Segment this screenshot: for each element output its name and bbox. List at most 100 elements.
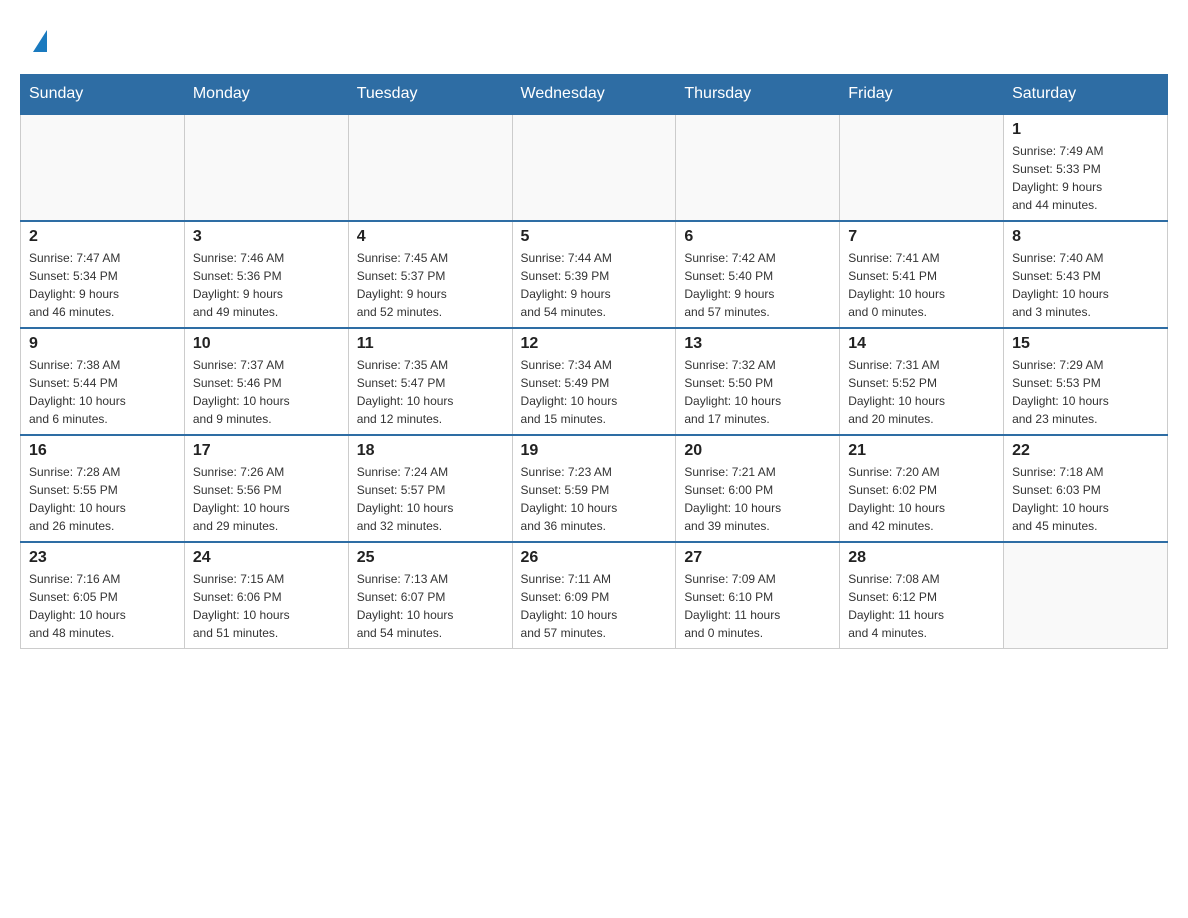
calendar-cell: 19 Sunrise: 7:23 AM Sunset: 5:59 PM Dayli… (512, 435, 676, 542)
day-number: 9 (29, 335, 176, 353)
calendar-cell: 21 Sunrise: 7:20 AM Sunset: 6:02 PM Dayli… (840, 435, 1004, 542)
day-number: 27 (684, 549, 831, 567)
day-number: 2 (29, 228, 176, 246)
day-info: Sunrise: 7:21 AM Sunset: 6:00 PM Dayligh… (684, 463, 831, 535)
calendar-cell: 22 Sunrise: 7:18 AM Sunset: 6:03 PM Dayli… (1004, 435, 1168, 542)
day-info: Sunrise: 7:32 AM Sunset: 5:50 PM Dayligh… (684, 356, 831, 428)
calendar-cell: 6 Sunrise: 7:42 AM Sunset: 5:40 PM Daylig… (676, 221, 840, 328)
calendar-cell (184, 114, 348, 221)
calendar-cell (676, 114, 840, 221)
day-number: 11 (357, 335, 504, 353)
calendar-cell: 7 Sunrise: 7:41 AM Sunset: 5:41 PM Daylig… (840, 221, 1004, 328)
day-info: Sunrise: 7:46 AM Sunset: 5:36 PM Dayligh… (193, 249, 340, 321)
day-number: 13 (684, 335, 831, 353)
day-info: Sunrise: 7:16 AM Sunset: 6:05 PM Dayligh… (29, 570, 176, 642)
calendar-week-row-1: 1 Sunrise: 7:49 AM Sunset: 5:33 PM Daylig… (21, 114, 1168, 221)
calendar-week-row-5: 23 Sunrise: 7:16 AM Sunset: 6:05 PM Dayli… (21, 542, 1168, 649)
day-number: 24 (193, 549, 340, 567)
day-info: Sunrise: 7:37 AM Sunset: 5:46 PM Dayligh… (193, 356, 340, 428)
day-info: Sunrise: 7:41 AM Sunset: 5:41 PM Dayligh… (848, 249, 995, 321)
day-number: 4 (357, 228, 504, 246)
day-number: 22 (1012, 442, 1159, 460)
day-number: 21 (848, 442, 995, 460)
calendar-week-row-4: 16 Sunrise: 7:28 AM Sunset: 5:55 PM Dayli… (21, 435, 1168, 542)
weekday-header-thursday: Thursday (676, 75, 840, 115)
day-info: Sunrise: 7:49 AM Sunset: 5:33 PM Dayligh… (1012, 142, 1159, 214)
day-number: 5 (521, 228, 668, 246)
day-number: 15 (1012, 335, 1159, 353)
calendar-cell (840, 114, 1004, 221)
day-info: Sunrise: 7:34 AM Sunset: 5:49 PM Dayligh… (521, 356, 668, 428)
day-info: Sunrise: 7:44 AM Sunset: 5:39 PM Dayligh… (521, 249, 668, 321)
page-header (20, 20, 1168, 54)
weekday-header-friday: Friday (840, 75, 1004, 115)
calendar-cell: 15 Sunrise: 7:29 AM Sunset: 5:53 PM Dayli… (1004, 328, 1168, 435)
day-info: Sunrise: 7:42 AM Sunset: 5:40 PM Dayligh… (684, 249, 831, 321)
day-number: 26 (521, 549, 668, 567)
day-info: Sunrise: 7:08 AM Sunset: 6:12 PM Dayligh… (848, 570, 995, 642)
day-info: Sunrise: 7:29 AM Sunset: 5:53 PM Dayligh… (1012, 356, 1159, 428)
calendar-cell: 16 Sunrise: 7:28 AM Sunset: 5:55 PM Dayli… (21, 435, 185, 542)
day-number: 12 (521, 335, 668, 353)
weekday-header-sunday: Sunday (21, 75, 185, 115)
calendar-cell: 20 Sunrise: 7:21 AM Sunset: 6:00 PM Dayli… (676, 435, 840, 542)
logo (30, 30, 47, 54)
day-number: 23 (29, 549, 176, 567)
day-info: Sunrise: 7:31 AM Sunset: 5:52 PM Dayligh… (848, 356, 995, 428)
day-number: 19 (521, 442, 668, 460)
day-info: Sunrise: 7:18 AM Sunset: 6:03 PM Dayligh… (1012, 463, 1159, 535)
calendar-cell: 28 Sunrise: 7:08 AM Sunset: 6:12 PM Dayli… (840, 542, 1004, 649)
day-number: 16 (29, 442, 176, 460)
calendar-cell: 1 Sunrise: 7:49 AM Sunset: 5:33 PM Daylig… (1004, 114, 1168, 221)
calendar-cell: 12 Sunrise: 7:34 AM Sunset: 5:49 PM Dayli… (512, 328, 676, 435)
calendar-cell: 4 Sunrise: 7:45 AM Sunset: 5:37 PM Daylig… (348, 221, 512, 328)
day-number: 6 (684, 228, 831, 246)
day-info: Sunrise: 7:35 AM Sunset: 5:47 PM Dayligh… (357, 356, 504, 428)
day-info: Sunrise: 7:40 AM Sunset: 5:43 PM Dayligh… (1012, 249, 1159, 321)
calendar-week-row-2: 2 Sunrise: 7:47 AM Sunset: 5:34 PM Daylig… (21, 221, 1168, 328)
day-number: 28 (848, 549, 995, 567)
day-number: 20 (684, 442, 831, 460)
day-number: 1 (1012, 121, 1159, 139)
weekday-header-wednesday: Wednesday (512, 75, 676, 115)
day-info: Sunrise: 7:15 AM Sunset: 6:06 PM Dayligh… (193, 570, 340, 642)
weekday-header-row: SundayMondayTuesdayWednesdayThursdayFrid… (21, 75, 1168, 115)
day-number: 7 (848, 228, 995, 246)
calendar-cell (512, 114, 676, 221)
day-number: 18 (357, 442, 504, 460)
calendar-cell: 23 Sunrise: 7:16 AM Sunset: 6:05 PM Dayli… (21, 542, 185, 649)
calendar-cell: 25 Sunrise: 7:13 AM Sunset: 6:07 PM Dayli… (348, 542, 512, 649)
calendar-cell: 10Sunrise: 7:37 AM Sunset: 5:46 PM Dayli… (184, 328, 348, 435)
weekday-header-tuesday: Tuesday (348, 75, 512, 115)
day-info: Sunrise: 7:28 AM Sunset: 5:55 PM Dayligh… (29, 463, 176, 535)
day-info: Sunrise: 7:09 AM Sunset: 6:10 PM Dayligh… (684, 570, 831, 642)
day-info: Sunrise: 7:20 AM Sunset: 6:02 PM Dayligh… (848, 463, 995, 535)
day-info: Sunrise: 7:11 AM Sunset: 6:09 PM Dayligh… (521, 570, 668, 642)
calendar-cell: 2 Sunrise: 7:47 AM Sunset: 5:34 PM Daylig… (21, 221, 185, 328)
calendar-week-row-3: 9Sunrise: 7:38 AM Sunset: 5:44 PM Daylig… (21, 328, 1168, 435)
day-info: Sunrise: 7:24 AM Sunset: 5:57 PM Dayligh… (357, 463, 504, 535)
calendar-cell: 9Sunrise: 7:38 AM Sunset: 5:44 PM Daylig… (21, 328, 185, 435)
calendar-cell: 3 Sunrise: 7:46 AM Sunset: 5:36 PM Daylig… (184, 221, 348, 328)
calendar-cell (1004, 542, 1168, 649)
day-number: 17 (193, 442, 340, 460)
calendar-cell: 11 Sunrise: 7:35 AM Sunset: 5:47 PM Dayli… (348, 328, 512, 435)
day-info: Sunrise: 7:13 AM Sunset: 6:07 PM Dayligh… (357, 570, 504, 642)
day-number: 25 (357, 549, 504, 567)
day-number: 3 (193, 228, 340, 246)
day-info: Sunrise: 7:47 AM Sunset: 5:34 PM Dayligh… (29, 249, 176, 321)
logo-triangle-icon (33, 30, 47, 52)
calendar-cell: 5 Sunrise: 7:44 AM Sunset: 5:39 PM Daylig… (512, 221, 676, 328)
day-info: Sunrise: 7:26 AM Sunset: 5:56 PM Dayligh… (193, 463, 340, 535)
calendar-cell: 8 Sunrise: 7:40 AM Sunset: 5:43 PM Daylig… (1004, 221, 1168, 328)
calendar-cell (21, 114, 185, 221)
day-info: Sunrise: 7:45 AM Sunset: 5:37 PM Dayligh… (357, 249, 504, 321)
day-info: Sunrise: 7:23 AM Sunset: 5:59 PM Dayligh… (521, 463, 668, 535)
weekday-header-saturday: Saturday (1004, 75, 1168, 115)
weekday-header-monday: Monday (184, 75, 348, 115)
day-number: 8 (1012, 228, 1159, 246)
day-number: 14 (848, 335, 995, 353)
calendar-cell: 26 Sunrise: 7:11 AM Sunset: 6:09 PM Dayli… (512, 542, 676, 649)
calendar-cell: 17 Sunrise: 7:26 AM Sunset: 5:56 PM Dayli… (184, 435, 348, 542)
calendar-cell: 13 Sunrise: 7:32 AM Sunset: 5:50 PM Dayli… (676, 328, 840, 435)
